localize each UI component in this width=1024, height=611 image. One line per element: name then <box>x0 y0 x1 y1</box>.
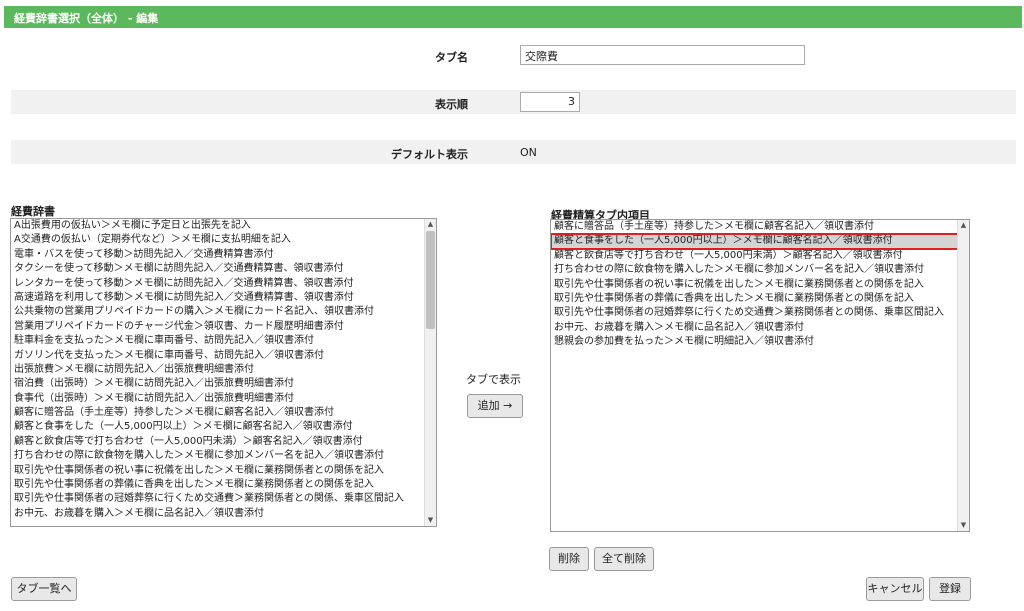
list-item[interactable]: 取引先や仕事関係者の祝い事に祝儀を出した＞メモ欄に業務関係者との関係を記入 <box>551 278 969 292</box>
expense-dictionary-list[interactable]: A出張費用の仮払い＞メモ欄に予定日と出張先を記入 A交通費の仮払い（定期券代など）… <box>10 218 437 527</box>
list-item[interactable]: 営業用プリペイドカードのチャージ代金＞領収書、カード履歴明細書添付 <box>11 320 436 334</box>
default-display-label: デフォルト表示 <box>391 148 468 161</box>
page-title: 経費辞書選択（全体） - 編集 <box>4 6 1022 28</box>
list-item[interactable]: 食事代（出張時）＞メモ欄に訪問先記入／出張旅費明細書添付 <box>11 392 436 406</box>
list-item[interactable]: 顧客と飲食店等で打ち合わせ（一人5,000円未満）＞顧客名記入／領収書添付 <box>11 435 436 449</box>
list-item[interactable]: 駐車料金を支払った＞メモ欄に車両番号、訪問先記入／領収書添付 <box>11 334 436 348</box>
tab-display-label: タブで表示 <box>466 373 521 386</box>
delete-button[interactable]: 削除 <box>549 547 589 571</box>
list-item[interactable]: A交通費の仮払い（定期券代など）＞メモ欄に支払明細を記入 <box>11 233 436 247</box>
list-item[interactable]: 取引先や仕事関係者の冠婚葬祭に行くため交通費＞業務関係者との関係、乗車区間記入 <box>551 306 969 320</box>
list-item[interactable]: 顧客と食事をした（一人5,000円以上）＞メモ欄に顧客名記入／領収書添付 <box>11 420 436 434</box>
add-button[interactable]: 追加 → <box>467 394 523 418</box>
list-item[interactable]: 顧客に贈答品（手土産等）持参した＞メモ欄に顧客名記入／領収書添付 <box>11 406 436 420</box>
tab-name-row: タブ名 <box>11 44 1016 66</box>
tab-name-input[interactable]: 交際費 <box>520 45 805 65</box>
list-item[interactable]: 出張旅費＞メモ欄に訪問先記入／出張旅費明細書添付 <box>11 363 436 377</box>
list-item[interactable]: 懇親会の参加費を払った＞メモ欄に明細記入／領収書添付 <box>551 335 969 349</box>
list-item[interactable]: 取引先や仕事関係者の祝い事に祝儀を出した＞メモ欄に業務関係者との関係を記入 <box>11 464 436 478</box>
expense-dictionary-label: 経費辞書 <box>11 205 55 218</box>
list-item[interactable]: 打ち合わせの際に飲食物を購入した＞メモ欄に参加メンバー名を記入／領収書添付 <box>551 263 969 277</box>
list-item[interactable]: お中元、お歳暮を購入＞メモ欄に品名記入／領収書添付 <box>11 507 436 521</box>
delete-all-button[interactable]: 全て削除 <box>594 547 654 571</box>
tab-items-scrollbar[interactable]: ▲ ▼ <box>957 220 969 531</box>
save-button[interactable]: 登録 <box>929 577 971 601</box>
list-item[interactable]: 顧客に贈答品（手土産等）持参した＞メモ欄に顧客名記入／領収書添付 <box>551 220 969 234</box>
scroll-up-arrow-icon[interactable]: ▲ <box>425 219 436 230</box>
list-item[interactable]: 高速道路を利用して移動＞メモ欄に訪問先記入／交通費精算書、領収書添付 <box>11 291 436 305</box>
list-item[interactable]: 宿泊費（出張時）＞メモ欄に訪問先記入／出張旅費明細書添付 <box>11 377 436 391</box>
list-item[interactable]: 打ち合わせの際に飲食物を購入した＞メモ欄に参加メンバー名を記入／領収書添付 <box>11 449 436 463</box>
tab-items-list[interactable]: 顧客に贈答品（手土産等）持参した＞メモ欄に顧客名記入／領収書添付 顧客と食事をした… <box>550 219 970 532</box>
scroll-down-arrow-icon[interactable]: ▼ <box>425 515 436 526</box>
default-display-row: デフォルト表示 <box>11 140 1016 164</box>
list-item[interactable]: A出張費用の仮払い＞メモ欄に予定日と出張先を記入 <box>11 219 436 233</box>
list-item-selected[interactable]: 顧客と食事をした（一人5,000円以上）＞メモ欄に顧客名記入／領収書添付 <box>551 233 969 250</box>
cancel-button[interactable]: キャンセル <box>866 577 924 601</box>
dictionary-scrollbar[interactable]: ▲ ▼ <box>424 219 436 526</box>
list-item[interactable]: 取引先や仕事関係者の葬儀に香典を出した＞メモ欄に業務関係者との関係を記入 <box>11 478 436 492</box>
scroll-thumb[interactable] <box>426 231 435 329</box>
list-item[interactable]: 取引先や仕事関係者の葬儀に香典を出した＞メモ欄に業務関係者との関係を記入 <box>551 292 969 306</box>
display-order-input[interactable]: 3 <box>520 92 580 112</box>
list-item[interactable]: 電車・バスを使って移動＞訪問先記入／交通費精算書添付 <box>11 248 436 262</box>
list-item[interactable]: 取引先や仕事関係者の冠婚葬祭に行くため交通費＞業務関係者との関係、乗車区間記入 <box>11 492 436 506</box>
list-item[interactable]: レンタカーを使って移動＞メモ欄に訪問先記入／交通費精算書、領収書添付 <box>11 277 436 291</box>
scroll-up-arrow-icon[interactable]: ▲ <box>958 220 969 231</box>
back-to-tab-list-button[interactable]: タブ一覧へ <box>11 577 77 601</box>
list-item[interactable]: 顧客と飲食店等で打ち合わせ（一人5,000円未満）＞顧客名記入／領収書添付 <box>551 249 969 263</box>
display-order-row: 表示順 <box>11 90 1016 114</box>
list-item[interactable]: ガソリン代を支払った＞メモ欄に車両番号、訪問先記入／領収書添付 <box>11 349 436 363</box>
tab-name-label: タブ名 <box>435 51 468 64</box>
list-item[interactable]: お中元、お歳暮を購入＞メモ欄に品名記入／領収書添付 <box>551 321 969 335</box>
scroll-down-arrow-icon[interactable]: ▼ <box>958 520 969 531</box>
display-order-label: 表示順 <box>435 98 468 111</box>
default-display-value: ON <box>520 146 537 159</box>
list-item[interactable]: 公共乗物の営業用プリペイドカードの購入＞メモ欄にカード名記入、領収書添付 <box>11 305 436 319</box>
list-item[interactable]: タクシーを使って移動＞メモ欄に訪問先記入／交通費精算書、領収書添付 <box>11 262 436 276</box>
